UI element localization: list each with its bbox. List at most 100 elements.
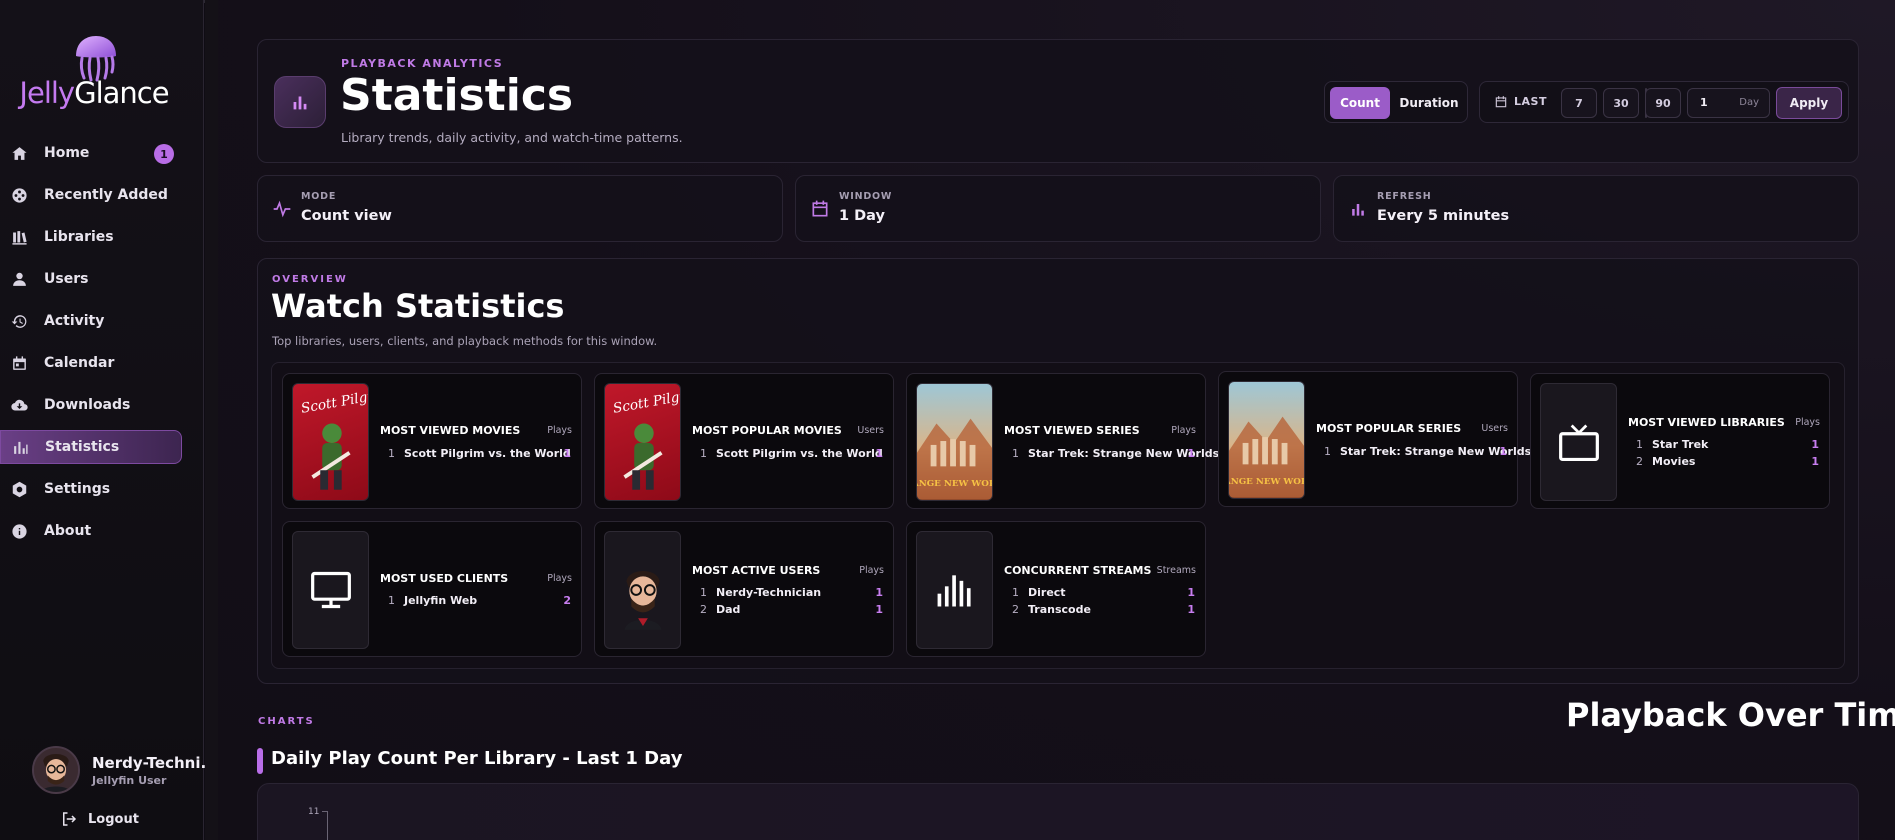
list-item[interactable]: 2 Transcode 1 [1012, 603, 1195, 619]
logout-button[interactable]: Logout [60, 810, 139, 828]
range-value-input[interactable]: 1 Day [1687, 88, 1770, 118]
mode-duration-button[interactable]: Duration [1393, 87, 1465, 119]
list-item[interactable]: 1 Star Trek: Strange New Worlds 1 [1012, 447, 1219, 463]
item-name: Dad [716, 603, 741, 616]
charts-section-title: Playback Over Time [1566, 696, 1895, 734]
list-item[interactable]: 1 Star Trek: Strange New Worlds 1 [1324, 445, 1531, 461]
user-icon [10, 270, 28, 288]
rank: 2 [700, 603, 707, 616]
main-content: PLAYBACK ANALYTICS Statistics Library tr… [218, 0, 1895, 840]
list-item[interactable]: 1 Scott Pilgrim vs. the World 1 [700, 447, 883, 463]
item-count: 1 [563, 447, 571, 460]
list-item[interactable]: 1 Scott Pilgrim vs. the World 1 [388, 447, 571, 463]
app-logo[interactable]: JellyGlance [0, 34, 204, 114]
mode-toggle: Count Duration [1324, 81, 1468, 123]
range-label: LAST [1514, 95, 1547, 108]
list-item[interactable]: 1 Jellyfin Web 2 [388, 594, 571, 610]
stat-card-most-used-clients[interactable]: MOST USED CLIENTS Plays 1 Jellyfin Web 2 [282, 521, 582, 657]
rank: 1 [1012, 447, 1019, 460]
sidebar-nav: Home 1 Recently Added Libraries Users Ac… [0, 136, 204, 556]
current-user[interactable]: Nerdy-Techni... Jellyfin User [30, 746, 218, 798]
sidebar-item-label: Activity [44, 313, 105, 329]
range-chip-90[interactable]: 90 [1645, 88, 1681, 118]
list-item[interactable]: 1 Nerdy-Technician 1 [700, 586, 883, 602]
sidebar-item-activity[interactable]: Activity [0, 304, 182, 338]
y-axis-line [327, 811, 328, 840]
stat-card-unit: Plays [859, 565, 884, 576]
user-role: Jellyfin User [92, 774, 167, 787]
bar-chart-icon [11, 438, 29, 456]
poster-strange-new-worlds: STRANGE NEW WORLDS [1228, 381, 1305, 499]
sidebar-item-label: Home [44, 145, 90, 161]
home-icon [10, 144, 28, 162]
range-chip-7[interactable]: 7 [1561, 88, 1597, 118]
rank: 1 [700, 586, 707, 599]
statistics-header-icon [274, 76, 326, 128]
calendar-icon [812, 200, 828, 217]
info-card-window: WINDOW 1 Day [795, 175, 1321, 242]
rank: 1 [700, 447, 707, 460]
info-icon [10, 522, 28, 540]
info-card-refresh: REFRESH Every 5 minutes [1333, 175, 1859, 242]
info-value: Every 5 minutes [1377, 208, 1510, 224]
sidebar-item-calendar[interactable]: Calendar [0, 346, 182, 380]
item-count: 1 [1187, 586, 1195, 599]
sidebar-item-label: Settings [44, 481, 111, 497]
info-label: REFRESH [1377, 191, 1432, 202]
logout-icon [63, 812, 77, 826]
list-item[interactable]: 2 Movies 1 [1636, 455, 1819, 471]
stat-card-unit: Plays [547, 573, 572, 584]
list-item[interactable]: 2 Dad 1 [700, 603, 883, 619]
y-axis-top-tick: 11 [308, 807, 320, 817]
rank: 2 [1636, 455, 1643, 468]
stat-card-most-popular-series[interactable]: STRANGE NEW WORLDS MOST POPULAR SERIES U… [1218, 371, 1531, 507]
sidebar-item-downloads[interactable]: Downloads [0, 388, 182, 422]
sidebar-item-about[interactable]: About [0, 514, 182, 548]
stat-card-most-viewed-movies[interactable]: Scott Pilgrim MOST VIEWED MOVIES Plays 1… [282, 373, 582, 509]
poster-scott-pilgrim: Scott Pilgrim [292, 383, 369, 501]
stat-card-title: MOST POPULAR MOVIES [692, 424, 842, 437]
watch-statistics-section: OVERVIEW Watch Statistics Top libraries,… [257, 258, 1859, 684]
item-name: Scott Pilgrim vs. the World [716, 447, 883, 460]
tv-icon [1540, 383, 1617, 501]
rank: 1 [1636, 438, 1643, 451]
range-chip-30[interactable]: 30 [1603, 88, 1639, 118]
stat-card-most-viewed-libraries[interactable]: MOST VIEWED LIBRARIES Plays 1 Star Trek … [1530, 373, 1830, 509]
sidebar-item-home[interactable]: Home 1 [0, 136, 182, 170]
sidebar-item-settings[interactable]: Settings [0, 472, 182, 506]
stat-card-concurrent-streams[interactable]: CONCURRENT STREAMS Streams 1 Direct 1 2 … [906, 521, 1206, 657]
info-value: Count view [301, 208, 392, 224]
item-name: Star Trek [1652, 438, 1709, 451]
range-unit: Day [1739, 97, 1759, 108]
stat-card-most-active-users[interactable]: MOST ACTIVE USERS Plays 1 Nerdy-Technici… [594, 521, 894, 657]
info-label: MODE [301, 191, 337, 202]
stat-card-most-popular-movies[interactable]: Scott Pilgrim MOST POPULAR MOVIES Users … [594, 373, 894, 509]
statistics-header: PLAYBACK ANALYTICS Statistics Library tr… [257, 39, 1859, 163]
stat-card-title: MOST VIEWED LIBRARIES [1628, 416, 1785, 429]
item-name: Nerdy-Technician [716, 586, 822, 599]
sidebar-item-label: Calendar [44, 355, 115, 371]
stat-card-unit: Plays [547, 425, 572, 436]
sidebar-item-users[interactable]: Users [0, 262, 182, 296]
page-subtitle: Library trends, daily activity, and watc… [341, 130, 683, 145]
info-card-mode: MODE Count view [257, 175, 783, 242]
stat-card-most-viewed-series[interactable]: STRANGE NEW WORLDS MOST VIEWED SERIES Pl… [906, 373, 1219, 509]
item-count: 1 [1811, 455, 1819, 468]
page-title: Statistics [340, 70, 574, 121]
info-value: 1 Day [839, 208, 885, 224]
home-notification-badge: 1 [154, 144, 174, 164]
sidebar-item-recently-added[interactable]: Recently Added [0, 178, 182, 212]
item-count: 1 [1811, 438, 1819, 451]
monitor-icon [292, 531, 369, 649]
stat-card-unit: Users [1481, 423, 1508, 434]
mode-count-button[interactable]: Count [1330, 87, 1390, 119]
sidebar-item-statistics[interactable]: Statistics [0, 430, 182, 464]
item-name: Scott Pilgrim vs. the World [404, 447, 571, 460]
list-item[interactable]: 1 Direct 1 [1012, 586, 1195, 602]
list-item[interactable]: 1 Star Trek 1 [1636, 438, 1819, 454]
sidebar-item-libraries[interactable]: Libraries [0, 220, 182, 254]
rank: 2 [1012, 603, 1019, 616]
apply-button[interactable]: Apply [1776, 87, 1842, 119]
item-count: 1 [1187, 447, 1195, 460]
sidebar-item-label: About [44, 523, 92, 539]
